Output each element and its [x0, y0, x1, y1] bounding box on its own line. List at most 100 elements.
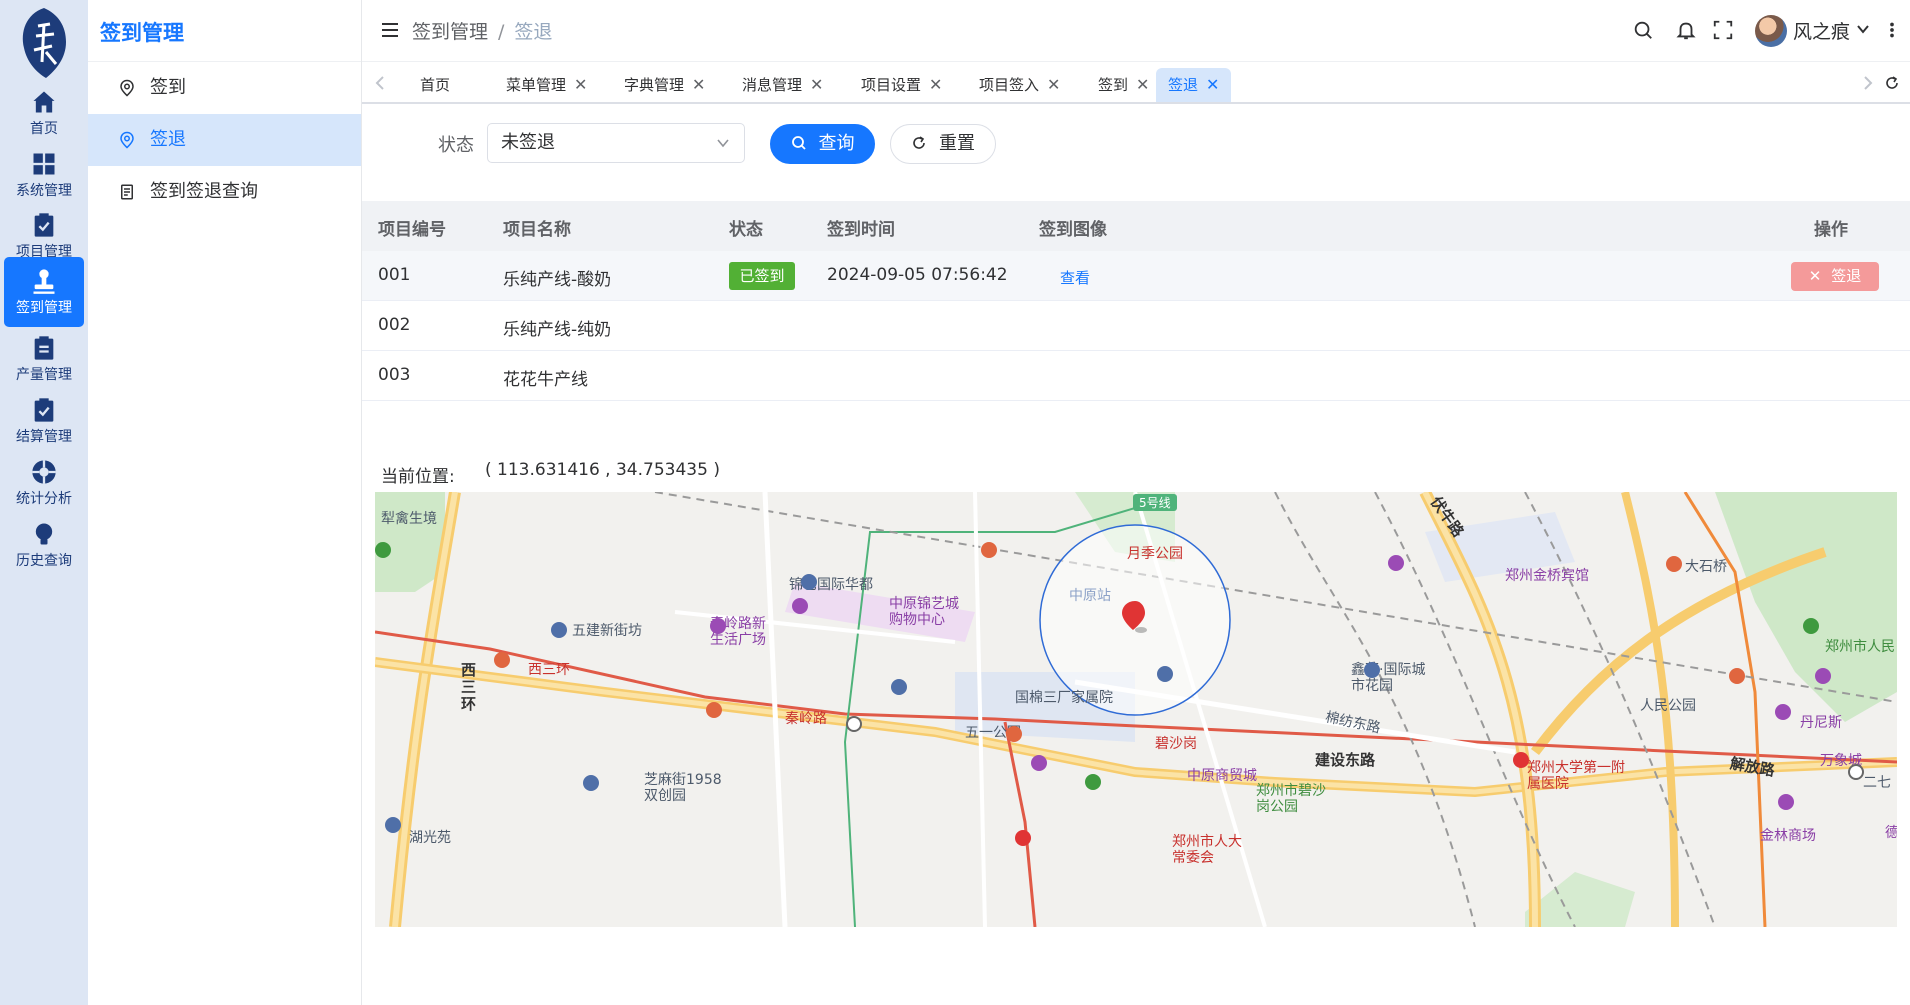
- close-icon[interactable]: ✕: [574, 75, 587, 94]
- breadcrumb-item[interactable]: 签到管理: [412, 21, 488, 43]
- map-label: 丹尼斯: [1800, 715, 1842, 731]
- poi-marker-icon: [1388, 555, 1404, 571]
- rail-item-system[interactable]: 系统管理: [4, 140, 84, 210]
- map-label: 秦岭路: [785, 711, 827, 727]
- chevron-down-icon: [717, 139, 729, 148]
- map-label: 郑州市人大常委会: [1172, 834, 1242, 866]
- close-icon[interactable]: ✕: [1136, 75, 1149, 94]
- tab-signin[interactable]: 签到 ✕: [1086, 68, 1161, 102]
- rail-item-settlement[interactable]: 结算管理: [4, 386, 84, 456]
- search-icon[interactable]: [1632, 19, 1654, 41]
- metro-station-icon: [1729, 668, 1745, 684]
- poi-marker-icon: [385, 817, 401, 833]
- signout-button-label: 签退: [1831, 267, 1862, 285]
- document-icon: [121, 184, 133, 200]
- more-vertical-icon[interactable]: [1886, 19, 1898, 41]
- tab-label: 项目设置: [861, 76, 922, 94]
- hamburger-icon[interactable]: [380, 20, 400, 40]
- close-icon[interactable]: ✕: [810, 75, 823, 94]
- cell-time: 2024-09-05 07:56:42: [827, 265, 1008, 285]
- close-icon[interactable]: ✕: [1206, 75, 1219, 94]
- map-label: 郑州金桥宾馆: [1505, 568, 1589, 584]
- location-label: 当前位置:: [381, 467, 455, 487]
- map-label: 中原锦艺城购物中心: [889, 596, 959, 628]
- map-label: 鑫苑·国际城市花园: [1351, 662, 1426, 694]
- tab-signout[interactable]: 签退 ✕: [1156, 68, 1232, 102]
- tab-home[interactable]: 首页: [408, 68, 462, 102]
- rail-item-label: 结算管理: [16, 429, 72, 445]
- close-icon[interactable]: ✕: [1047, 75, 1060, 94]
- table-row[interactable]: 003 花花牛产线: [362, 351, 1910, 401]
- rail-item-output[interactable]: 产量管理: [4, 324, 84, 394]
- map-label: 二七: [1863, 775, 1891, 791]
- tab-message[interactable]: 消息管理 ✕: [730, 68, 835, 102]
- poi-marker-icon: [551, 622, 567, 638]
- tab-label: 签到: [1098, 76, 1129, 94]
- map-label: 五建新街坊: [572, 623, 642, 639]
- map-label: 德: [1885, 825, 1897, 841]
- map-view[interactable]: 5号线 月季公园 中原站 锦艺国际华都 中原锦艺城购物中心 五建新街坊 秦岭路新…: [375, 492, 1897, 927]
- sub-menu: 签到管理 签到 签退 签到签退查询: [88, 0, 362, 1005]
- rail-item-stats[interactable]: 统计分析: [4, 448, 84, 518]
- submenu-item-records[interactable]: 签到签退查询: [88, 166, 361, 218]
- close-icon[interactable]: ✕: [929, 75, 942, 94]
- breadcrumb-current: 签退: [514, 21, 553, 43]
- park-icon: [1803, 618, 1819, 634]
- query-button[interactable]: 查询: [770, 124, 875, 164]
- location-pin-icon: [120, 79, 134, 97]
- user-name[interactable]: 风之痕: [1793, 17, 1850, 44]
- clipboard-list-icon: [34, 336, 54, 360]
- rail-item-label: 系统管理: [16, 183, 72, 199]
- rail-item-label: 首页: [30, 121, 58, 137]
- cell-code: 002: [378, 315, 411, 335]
- poi-marker-icon: [710, 618, 726, 634]
- top-header: 签到管理 / 签退 风之痕: [362, 0, 1910, 62]
- rail-item-signin[interactable]: 签到管理: [4, 257, 84, 327]
- fullscreen-icon[interactable]: [1712, 19, 1734, 41]
- tab-dict[interactable]: 字典管理 ✕: [612, 68, 717, 102]
- cell-name: 乐纯产线-酸奶: [503, 270, 612, 290]
- submenu-item-label: 签到: [150, 77, 186, 98]
- reset-button[interactable]: 重置: [890, 124, 996, 164]
- view-image-link[interactable]: 查看: [1060, 267, 1090, 288]
- submenu-item-signout[interactable]: 签退: [88, 114, 361, 166]
- poi-marker-icon: [1031, 755, 1047, 771]
- poi-marker-icon: [1778, 794, 1794, 810]
- tab-label: 签退: [1168, 76, 1199, 94]
- tab-menu[interactable]: 菜单管理 ✕: [494, 68, 599, 102]
- map-label: 郑州市人民: [1825, 639, 1895, 655]
- chevron-right-icon[interactable]: [1862, 76, 1874, 90]
- poi-marker-icon: [801, 574, 817, 590]
- map-label: 湖光苑: [409, 830, 451, 846]
- chevron-left-icon[interactable]: [374, 76, 386, 90]
- map-label: 中原商贸城: [1187, 768, 1257, 784]
- chevron-down-icon[interactable]: [1855, 21, 1871, 37]
- column-header: 签到时间: [827, 220, 895, 240]
- column-header: 项目名称: [503, 220, 571, 240]
- submenu-item-signin[interactable]: 签到: [88, 62, 361, 114]
- rail-item-history[interactable]: 历史查询: [4, 510, 84, 580]
- map-label: 郑州大学第一附属医院: [1527, 760, 1625, 792]
- bell-icon[interactable]: [1675, 19, 1697, 41]
- cell-name: 花花牛产线: [503, 370, 588, 390]
- status-select[interactable]: 未签退: [487, 123, 745, 163]
- tab-project-settings[interactable]: 项目设置 ✕: [849, 68, 954, 102]
- tab-label: 项目签入: [979, 76, 1040, 94]
- refresh-icon[interactable]: [1884, 75, 1900, 91]
- stamp-icon: [33, 269, 55, 294]
- breadcrumb: 签到管理 / 签退: [412, 21, 553, 43]
- avatar[interactable]: [1755, 15, 1787, 47]
- table-row[interactable]: 001 乐纯产线-酸奶 已签到 2024-09-05 07:56:42 查看 ✕…: [362, 251, 1910, 301]
- refresh-icon: [913, 136, 925, 149]
- tab-project-checkin[interactable]: 项目签入 ✕: [967, 68, 1072, 102]
- table-row[interactable]: 002 乐纯产线-纯奶: [362, 301, 1910, 351]
- rail-item-label: 签到管理: [16, 300, 72, 316]
- status-select-value: 未签退: [501, 132, 555, 153]
- close-icon[interactable]: ✕: [692, 75, 705, 94]
- column-header: 操作: [1814, 220, 1848, 240]
- signout-button[interactable]: ✕ 签退: [1791, 262, 1879, 291]
- rail-item-home[interactable]: 首页: [4, 78, 84, 148]
- poi-marker-icon: [1815, 668, 1831, 684]
- map-label: 大石桥: [1685, 559, 1727, 575]
- submenu-item-label: 签退: [150, 129, 186, 150]
